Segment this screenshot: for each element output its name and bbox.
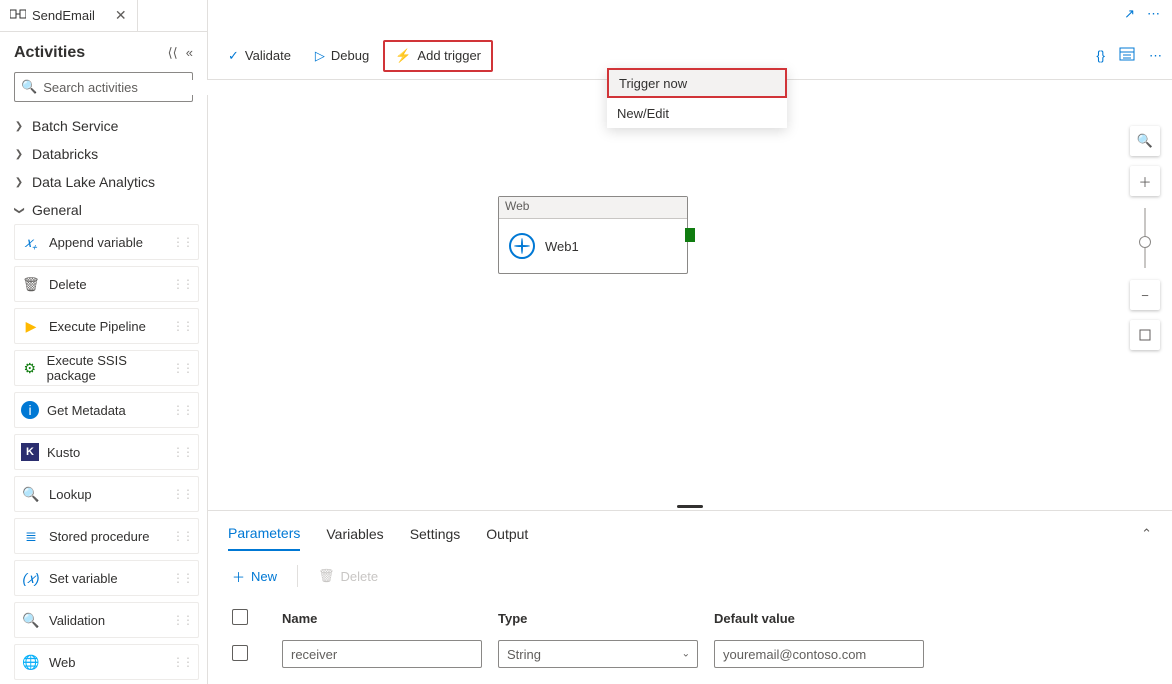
zoom-out-button[interactable]: − (1130, 280, 1160, 310)
trigger-new-edit-item[interactable]: New/Edit (607, 98, 787, 128)
activity-execute-pipeline[interactable]: ▶ Execute Pipeline ⋮⋮ (14, 308, 199, 344)
toolbar-more-icon[interactable]: ⋯ (1149, 48, 1162, 64)
col-default-header: Default value (714, 611, 924, 626)
activity-execute-ssis[interactable]: ⚙ Execute SSIS package ⋮⋮ (14, 350, 199, 386)
drag-handle-icon: ⋮⋮ (172, 361, 192, 375)
ssis-icon: ⚙ (21, 358, 39, 378)
trigger-now-item[interactable]: Trigger now (607, 68, 787, 98)
tab-parameters[interactable]: Parameters (228, 517, 300, 551)
drag-handle-icon: ⋮⋮ (172, 319, 192, 333)
check-icon: ✓ (228, 48, 239, 64)
search-icon: 🔍 (21, 79, 37, 95)
group-databricks[interactable]: ❯ Databricks (0, 140, 207, 168)
success-connector[interactable] (685, 228, 695, 242)
tab-variables[interactable]: Variables (326, 518, 383, 550)
code-icon[interactable]: {} (1096, 48, 1105, 63)
plus-icon: ＋ (232, 567, 245, 586)
tab-output[interactable]: Output (486, 518, 528, 550)
activity-delete[interactable]: 🗑 Delete ⋮⋮ (14, 266, 199, 302)
activity-append-variable[interactable]: 𝑥₊ Append variable ⋮⋮ (14, 224, 199, 260)
pipeline-icon (10, 7, 26, 24)
delete-parameter-button: 🗑 Delete (318, 568, 378, 584)
stored-proc-icon: ≣ (21, 526, 41, 546)
row-checkbox[interactable] (232, 645, 248, 661)
canvas-node-web1[interactable]: Web Web1 (498, 196, 688, 274)
col-name-header: Name (282, 611, 482, 626)
variable-icon: 𝑥₊ (21, 232, 41, 252)
web-icon: 🌐 (21, 652, 41, 672)
add-trigger-button[interactable]: ⚡ Add trigger (383, 40, 493, 72)
param-default-input[interactable] (714, 640, 924, 668)
drag-handle-icon: ⋮⋮ (172, 277, 192, 291)
activity-kusto[interactable]: K Kusto ⋮⋮ (14, 434, 199, 470)
set-variable-icon: (𝑥) (21, 568, 41, 588)
chevron-right-icon: ❯ (14, 177, 24, 188)
trigger-icon: ⚡ (395, 48, 411, 64)
more-icon[interactable]: ⋯ (1147, 6, 1160, 22)
activity-get-metadata[interactable]: i Get Metadata ⋮⋮ (14, 392, 199, 428)
trash-icon: 🗑 (21, 274, 41, 294)
close-icon[interactable]: ✕ (115, 7, 127, 24)
drag-handle-icon: ⋮⋮ (172, 445, 192, 459)
search-input[interactable] (43, 80, 219, 95)
chevron-down-icon: ❯ (14, 205, 25, 215)
group-data-lake-analytics[interactable]: ❯ Data Lake Analytics (0, 168, 207, 196)
select-all-checkbox[interactable] (232, 609, 248, 625)
info-icon: i (21, 401, 39, 419)
activity-stored-procedure[interactable]: ≣ Stored procedure ⋮⋮ (14, 518, 199, 554)
pipeline-canvas[interactable]: Web Web1 🔍 ＋ − (208, 80, 1172, 502)
pipeline-tab-title: SendEmail (32, 8, 95, 23)
validate-button[interactable]: ✓ Validate (218, 40, 301, 72)
activity-validation[interactable]: 🔍 Validation ⋮⋮ (14, 602, 199, 638)
new-parameter-button[interactable]: ＋ New (232, 567, 277, 586)
col-type-header: Type (498, 611, 698, 626)
fit-to-screen-button[interactable] (1130, 320, 1160, 350)
expand-icon[interactable]: ↗ (1124, 6, 1135, 22)
validation-icon: 🔍 (21, 610, 41, 630)
pipeline-run-icon: ▶ (21, 316, 41, 336)
chevron-right-icon: ❯ (14, 149, 24, 160)
drag-handle-icon: ⋮⋮ (172, 487, 192, 501)
group-batch-service[interactable]: ❯ Batch Service (0, 112, 207, 140)
panel-resize-handle[interactable] (208, 502, 1172, 510)
activity-web[interactable]: 🌐 Web ⋮⋮ (14, 644, 199, 680)
divider (297, 565, 298, 587)
tab-settings[interactable]: Settings (410, 518, 461, 550)
activity-set-variable[interactable]: (𝑥) Set variable ⋮⋮ (14, 560, 199, 596)
zoom-in-button[interactable]: ＋ (1130, 166, 1160, 196)
kusto-icon: K (21, 443, 39, 461)
trigger-menu: Trigger now New/Edit (607, 68, 787, 128)
chevron-down-icon: ⌄ (682, 649, 690, 660)
lookup-icon: 🔍 (21, 484, 41, 504)
globe-icon (509, 233, 535, 259)
node-type-label: Web (499, 197, 687, 219)
collapse-panel-icon[interactable]: ⌃ (1141, 526, 1152, 542)
pin-icon[interactable]: ⟨⟨ (168, 45, 178, 61)
group-general[interactable]: ❯ General (0, 196, 207, 224)
param-type-select[interactable] (498, 640, 698, 668)
zoom-thumb[interactable] (1139, 236, 1151, 248)
param-name-input[interactable] (282, 640, 482, 668)
pipeline-tab[interactable]: SendEmail ✕ (0, 0, 138, 31)
activity-lookup[interactable]: 🔍 Lookup ⋮⋮ (14, 476, 199, 512)
zoom-slider[interactable] (1144, 208, 1146, 268)
canvas-search-button[interactable]: 🔍 (1130, 126, 1160, 156)
debug-button[interactable]: ▷ Debug (305, 40, 379, 72)
drag-handle-icon: ⋮⋮ (172, 655, 192, 669)
trash-icon: 🗑 (318, 568, 335, 584)
activities-heading: Activities (14, 44, 85, 62)
drag-handle-icon: ⋮⋮ (172, 613, 192, 627)
drag-handle-icon: ⋮⋮ (172, 571, 192, 585)
parameter-row: ⌄ (232, 634, 1148, 674)
search-activities[interactable]: 🔍 (14, 72, 193, 102)
collapse-icon[interactable]: « (186, 45, 193, 61)
drag-handle-icon: ⋮⋮ (172, 235, 192, 249)
play-icon: ▷ (315, 48, 325, 64)
node-name: Web1 (545, 239, 579, 254)
properties-icon[interactable] (1119, 46, 1135, 65)
chevron-right-icon: ❯ (14, 121, 24, 132)
drag-handle-icon: ⋮⋮ (172, 403, 192, 417)
drag-handle-icon: ⋮⋮ (172, 529, 192, 543)
